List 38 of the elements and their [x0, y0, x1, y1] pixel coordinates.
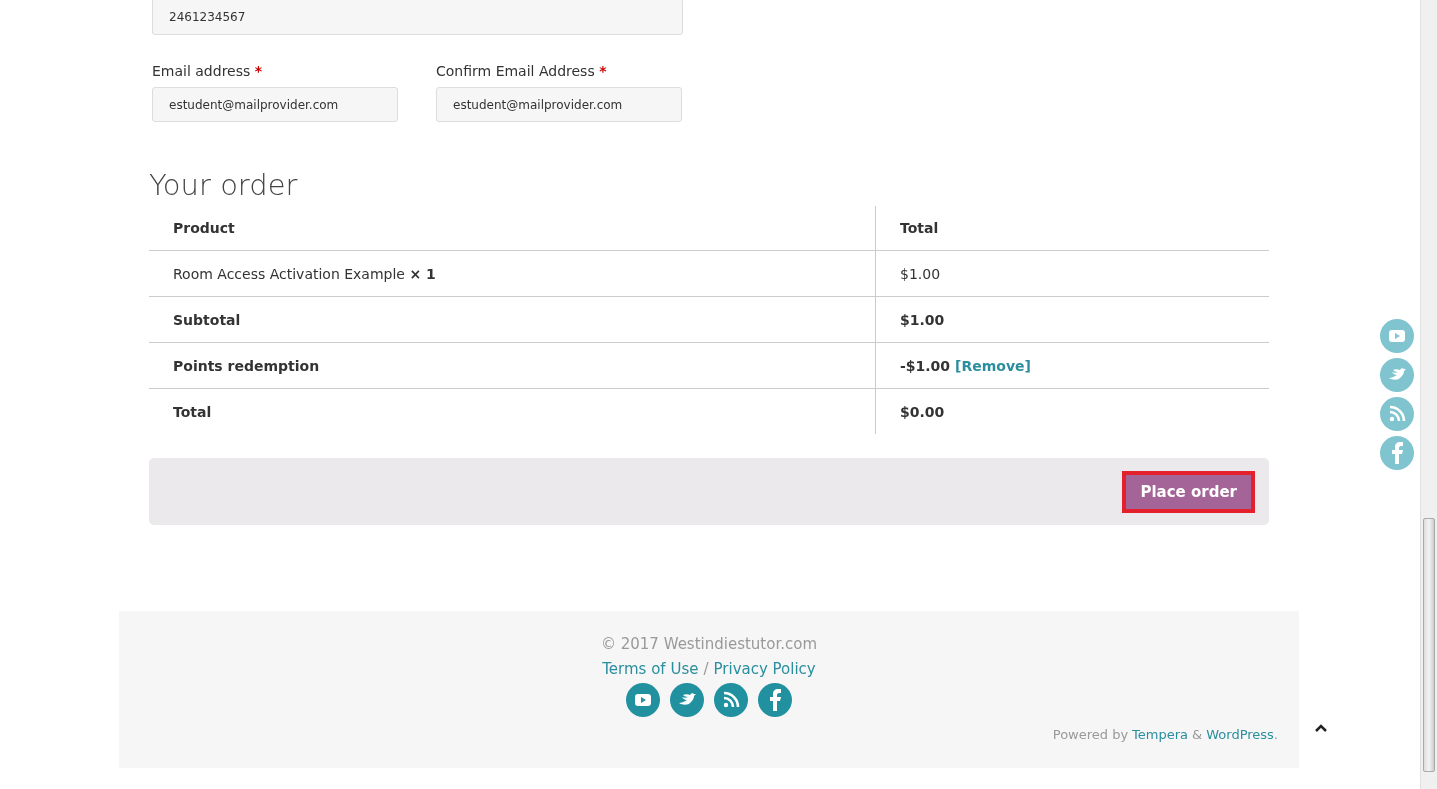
email-field[interactable]: estudent@mailprovider.com	[436, 87, 682, 122]
bird-icon[interactable]	[1380, 358, 1414, 392]
video-icon[interactable]	[626, 683, 660, 717]
ampersand: &	[1192, 727, 1203, 742]
amount: $0.00	[900, 403, 945, 420]
amount: $1.00	[900, 311, 945, 328]
caret-icon[interactable]	[1315, 724, 1327, 732]
rss-icon[interactable]	[714, 683, 748, 717]
remove-link[interactable]: [Remove]	[955, 357, 1031, 374]
row-label: Total	[149, 389, 876, 434]
privacy-link[interactable]: Privacy Policy	[713, 660, 816, 678]
field-label: Email address *	[152, 63, 264, 79]
facebook-icon[interactable]	[758, 683, 792, 717]
separator: /	[703, 660, 709, 678]
amount: -$1.00	[900, 357, 951, 374]
email-field[interactable]: estudent@mailprovider.com	[152, 87, 398, 122]
column-header: Total	[899, 219, 940, 238]
column-header: Product	[149, 206, 876, 250]
order-heading: Your order	[149, 168, 299, 202]
table-cell-text: $1.00	[899, 264, 942, 284]
theme-link[interactable]: Tempera	[1132, 727, 1189, 742]
row-label: Points redemption	[149, 343, 876, 388]
row-label: Subtotal	[149, 297, 876, 342]
scrollbar-thumb[interactable]	[1423, 518, 1435, 772]
facebook-icon[interactable]	[1380, 436, 1414, 470]
powered-by-text: Powered by	[1052, 727, 1129, 742]
period: .	[1273, 727, 1278, 742]
terms-link[interactable]: Terms of Use	[602, 660, 699, 678]
phone-field[interactable]: 2461234567	[152, 0, 683, 35]
rss-icon[interactable]	[1380, 397, 1414, 431]
bird-icon[interactable]	[670, 683, 704, 717]
copyright-text: © 2017 Westindiestutor.com	[600, 635, 817, 653]
platform-link[interactable]: WordPress	[1206, 727, 1274, 742]
scrollbar[interactable]	[1420, 0, 1437, 789]
place-order-button[interactable]: Place order	[1122, 470, 1255, 513]
video-icon[interactable]	[1380, 319, 1414, 353]
field-label: Confirm Email Address *	[436, 63, 608, 79]
product-name: Room Access Activation Example × 1	[149, 251, 876, 296]
